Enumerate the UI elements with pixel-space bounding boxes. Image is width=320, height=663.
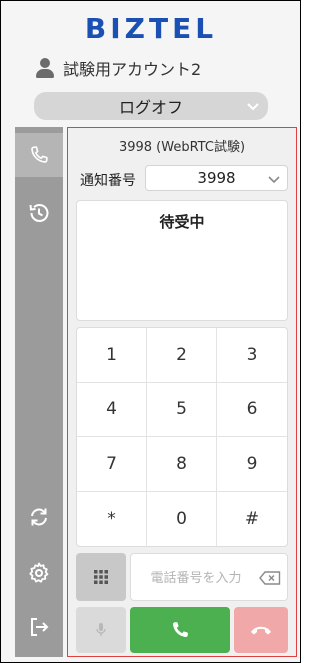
gear-icon [29,562,49,583]
hangup-button[interactable] [234,607,288,653]
biztel-logo: BIZTEL [84,12,218,45]
keypad-toggle-button[interactable] [76,553,126,601]
key-4[interactable]: 4 [77,382,147,437]
dial-keypad: 1 2 3 4 5 6 7 8 9 * 0 # [76,327,288,547]
sidebar-item-refresh[interactable] [15,495,63,539]
account-info: 試験用アカウント2 [35,55,201,81]
keypad-icon [94,570,108,584]
sidebar-item-history[interactable] [15,191,63,235]
key-8[interactable]: 8 [147,437,217,492]
dial-row [76,553,288,601]
key-hash[interactable]: # [217,492,287,547]
history-icon [29,204,49,222]
call-status: 待受中 [159,213,205,231]
mute-button[interactable] [76,607,126,653]
chevron-down-icon [268,176,280,184]
softphone-panel: 3998 (WebRTC試験) 通知番号 3998 待受中 1 2 3 4 5 … [67,127,297,657]
logout-dropdown[interactable]: ログオフ [34,92,268,120]
app-frame: BIZTEL 試験用アカウント2 ログオフ 3998 (WebRTC試験) 通知… [0,0,301,663]
microphone-icon [96,623,106,636]
sidebar-item-settings[interactable] [15,551,63,595]
call-button[interactable] [130,607,230,653]
phone-number-field [130,553,288,601]
chevron-down-icon [247,103,259,111]
key-2[interactable]: 2 [147,328,217,383]
logout-label: ログオフ [118,98,183,117]
key-5[interactable]: 5 [147,382,217,437]
sidebar [15,127,63,657]
key-1[interactable]: 1 [77,328,147,383]
key-9[interactable]: 9 [217,437,287,492]
line-title: 3998 (WebRTC試験) [118,140,246,155]
phone-number-input[interactable] [139,566,253,590]
phone-icon [31,146,48,163]
sidebar-item-phone[interactable] [15,133,63,177]
sign-out-icon [31,618,49,636]
key-0[interactable]: 0 [147,491,217,546]
call-actions [76,607,288,653]
notify-number-value: 3998 [197,169,236,187]
hangup-icon [251,626,271,635]
refresh-icon [31,508,47,526]
key-7[interactable]: 7 [77,437,147,492]
phone-icon [173,622,188,637]
sidebar-item-sign-out[interactable] [15,605,63,649]
key-star[interactable]: * [77,491,147,546]
user-icon [35,57,55,79]
key-6[interactable]: 6 [217,383,287,437]
status-display: 待受中 [76,200,288,321]
key-3[interactable]: 3 [217,328,287,383]
notify-number-label: 通知番号 [80,173,136,189]
backspace-icon[interactable] [259,571,281,585]
account-name: 試験用アカウント2 [63,60,202,79]
notify-number-select[interactable]: 3998 [145,165,288,191]
